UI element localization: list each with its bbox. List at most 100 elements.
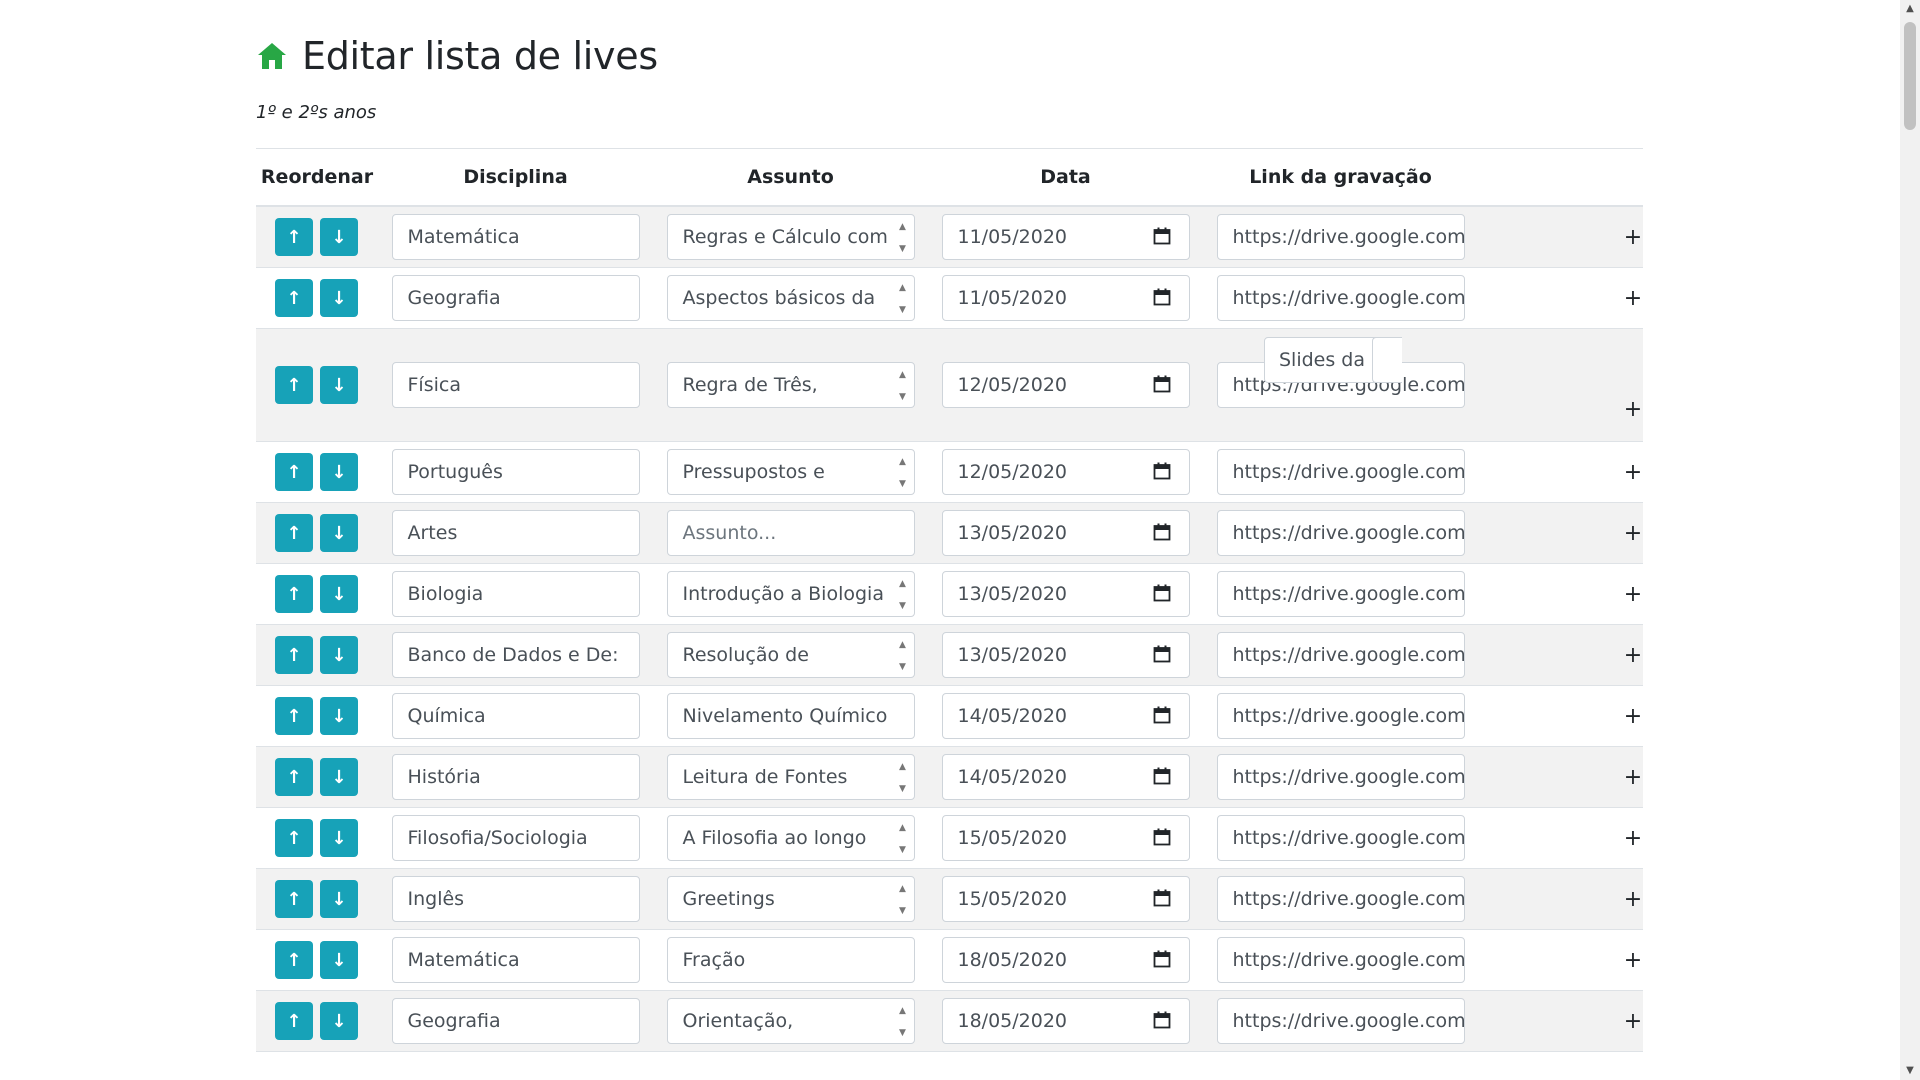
calendar-icon[interactable] [1153,706,1171,724]
date-input[interactable]: 13/05/2020 [941,571,1190,617]
textarea-scroll-icon[interactable]: ▲ ▼ [896,222,910,254]
calendar-icon[interactable] [1153,462,1171,480]
disciplina-input[interactable]: História [391,754,640,800]
add-material-icon[interactable]: + [1623,948,1643,973]
disciplina-input[interactable]: Artes [391,510,640,556]
assunto-textarea[interactable]: Leitura de Fontes ▲ ▼ [666,754,915,800]
calendar-icon[interactable] [1153,767,1171,785]
move-up-button[interactable]: ↑ [275,218,313,256]
date-input[interactable]: 14/05/2020 [941,754,1190,800]
disciplina-input[interactable]: Matemática [391,214,640,260]
scroll-up-icon[interactable]: ▲ [1900,0,1920,18]
move-up-button[interactable]: ↑ [275,880,313,918]
textarea-scroll-icon[interactable]: ▲ ▼ [896,884,910,916]
move-down-button[interactable]: ↓ [320,453,358,491]
move-up-button[interactable]: ↑ [275,279,313,317]
textarea-scroll-icon[interactable]: ▲ ▼ [896,823,910,855]
assunto-textarea[interactable]: Aspectos básicos da ▲ ▼ [666,275,915,321]
textarea-scroll-icon[interactable]: ▲ ▼ [896,640,910,672]
disciplina-input[interactable]: Matemática [391,937,640,983]
textarea-scroll-icon[interactable]: ▲ ▼ [896,457,910,489]
disciplina-input[interactable]: Português [391,449,640,495]
move-up-button[interactable]: ↑ [275,636,313,674]
date-input[interactable]: 13/05/2020 [941,632,1190,678]
disciplina-input[interactable]: Geografia [391,275,640,321]
move-down-button[interactable]: ↓ [320,880,358,918]
date-input[interactable]: 15/05/2020 [941,815,1190,861]
disciplina-input[interactable]: Química [391,693,640,739]
move-down-button[interactable]: ↓ [320,279,358,317]
scroll-thumb[interactable] [1904,22,1916,130]
calendar-icon[interactable] [1153,523,1171,541]
link-input[interactable]: https://drive.google.com [1216,632,1465,678]
calendar-icon[interactable] [1153,950,1171,968]
assunto-textarea[interactable]: Pressupostos e ▲ ▼ [666,449,915,495]
move-down-button[interactable]: ↓ [320,941,358,979]
link-input[interactable]: https://drive.google.com [1216,815,1465,861]
scrollbar[interactable]: ▲ ▼ [1900,0,1920,1080]
add-material-icon[interactable]: + [1623,460,1643,485]
date-input[interactable]: 15/05/2020 [941,876,1190,922]
add-material-icon[interactable]: + [1623,1009,1643,1034]
move-down-button[interactable]: ↓ [320,366,358,404]
disciplina-input[interactable]: Biologia [391,571,640,617]
move-down-button[interactable]: ↓ [320,575,358,613]
move-up-button[interactable]: ↑ [275,514,313,552]
move-up-button[interactable]: ↑ [275,697,313,735]
home-icon[interactable] [256,41,288,71]
textarea-scroll-icon[interactable]: ▲ ▼ [896,579,910,611]
textarea-scroll-icon[interactable]: ▲ ▼ [896,762,910,794]
calendar-icon[interactable] [1153,584,1171,602]
move-down-button[interactable]: ↓ [320,636,358,674]
move-up-button[interactable]: ↑ [275,758,313,796]
date-input[interactable]: 18/05/2020 [941,998,1190,1044]
assunto-textarea[interactable]: Nivelamento Químico [666,693,915,739]
move-up-button[interactable]: ↑ [275,1002,313,1040]
scroll-down-icon[interactable]: ▼ [1900,1062,1920,1080]
move-down-button[interactable]: ↓ [320,218,358,256]
disciplina-input[interactable]: Inglês [391,876,640,922]
assunto-textarea[interactable]: Resolução de ▲ ▼ [666,632,915,678]
link-input[interactable]: https://drive.google.com [1216,754,1465,800]
move-up-button[interactable]: ↑ [275,819,313,857]
add-material-icon[interactable]: + [1623,582,1643,607]
add-material-icon[interactable]: + [1623,826,1643,851]
calendar-icon[interactable] [1153,889,1171,907]
add-material-icon[interactable]: + [1623,643,1643,668]
move-up-button[interactable]: ↑ [275,453,313,491]
disciplina-input[interactable]: Geografia [391,998,640,1044]
date-input[interactable]: 11/05/2020 [941,214,1190,260]
move-down-button[interactable]: ↓ [320,514,358,552]
link-input[interactable]: https://drive.google.com [1216,937,1465,983]
move-down-button[interactable]: ↓ [320,697,358,735]
add-material-icon[interactable]: + [1623,397,1643,422]
textarea-scroll-icon[interactable]: ▲ ▼ [896,1006,910,1038]
move-up-button[interactable]: ↑ [275,366,313,404]
calendar-icon[interactable] [1153,288,1171,306]
move-up-button[interactable]: ↑ [275,941,313,979]
calendar-icon[interactable] [1153,375,1171,393]
add-material-icon[interactable]: + [1623,521,1643,546]
assunto-textarea[interactable]: Regra de Três, ▲ ▼ [666,362,915,408]
textarea-scroll-icon[interactable]: ▲ ▼ [896,370,910,402]
add-material-icon[interactable]: + [1623,887,1643,912]
add-material-icon[interactable]: + [1623,286,1643,311]
disciplina-input[interactable]: Filosofia/Sociologia [391,815,640,861]
link-input[interactable]: https://drive.google.com [1216,449,1465,495]
link-input[interactable]: https://drive.google.com [1216,876,1465,922]
slide-button-partial[interactable] [1372,337,1402,383]
assunto-textarea[interactable]: Greetings ▲ ▼ [666,876,915,922]
assunto-textarea[interactable]: A Filosofia ao longo ▲ ▼ [666,815,915,861]
add-material-icon[interactable]: + [1623,225,1643,250]
date-input[interactable]: 12/05/2020 [941,362,1190,408]
link-input[interactable]: https://drive.google.com [1216,998,1465,1044]
calendar-icon[interactable] [1153,645,1171,663]
move-down-button[interactable]: ↓ [320,758,358,796]
date-input[interactable]: 14/05/2020 [941,693,1190,739]
date-input[interactable]: 12/05/2020 [941,449,1190,495]
link-input[interactable]: https://drive.google.com [1216,275,1465,321]
date-input[interactable]: 13/05/2020 [941,510,1190,556]
assunto-textarea[interactable]: Assunto... [666,510,915,556]
calendar-icon[interactable] [1153,227,1171,245]
assunto-textarea[interactable]: Fração [666,937,915,983]
